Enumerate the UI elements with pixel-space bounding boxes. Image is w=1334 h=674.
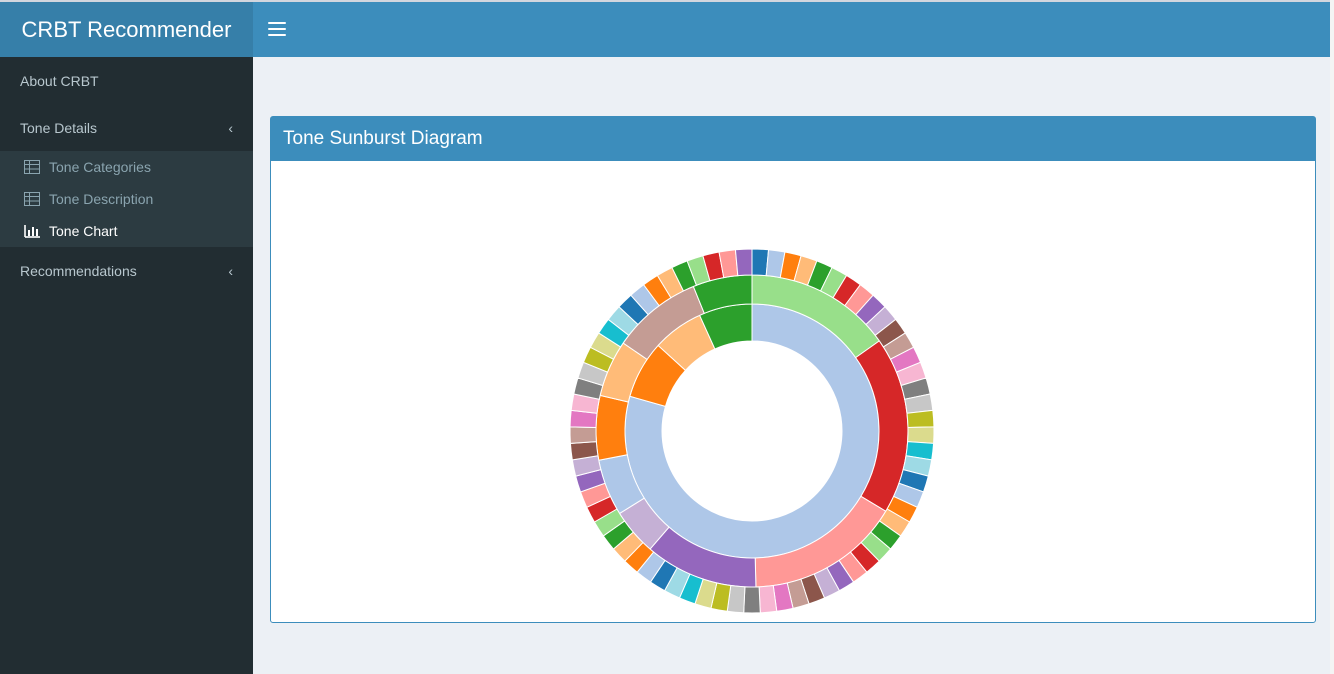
sidebar-item-label: Tone Chart [49, 223, 118, 239]
sidebar-item-recommendations[interactable]: Recommendations ‹ [0, 247, 253, 294]
sunburst-ring3-segment[interactable] [758, 584, 778, 614]
sidebar-item-label: Tone Categories [49, 159, 151, 175]
panel-header: Tone Sunburst Diagram [271, 117, 1315, 161]
menu-toggle-icon[interactable] [268, 18, 286, 40]
sidebar-item-tone-details[interactable]: Tone Details ‹ [0, 104, 253, 151]
sidebar: About CRBT Tone Details ‹ Tone Categorie… [0, 57, 253, 674]
window-edge [1330, 0, 1334, 674]
chevron-left-icon: ‹ [228, 262, 233, 279]
bar-chart-icon [24, 225, 40, 238]
sidebar-item-tone-chart[interactable]: Tone Chart [0, 215, 253, 247]
sidebar-item-tone-categories[interactable]: Tone Categories [0, 151, 253, 183]
sunburst-ring3-segment[interactable] [734, 248, 753, 277]
sidebar-item-label: About CRBT [20, 72, 99, 89]
sunburst-ring3-segment[interactable] [907, 426, 935, 444]
sidebar-item-label: Tone Description [49, 191, 154, 207]
table-icon [24, 192, 40, 206]
sidebar-item-label: Recommendations [20, 262, 137, 279]
table-icon [24, 160, 40, 174]
chevron-left-icon: ‹ [228, 119, 233, 136]
sunburst-ring3-segment[interactable] [906, 409, 935, 428]
sunburst-panel: Tone Sunburst Diagram [270, 116, 1316, 623]
sunburst-ring3-segment[interactable] [743, 586, 761, 614]
sidebar-item-label: Tone Details [20, 119, 98, 136]
sidebar-item-about[interactable]: About CRBT [0, 57, 253, 104]
app-logo[interactable]: CRBT Recommender [0, 2, 253, 57]
sidebar-item-tone-description[interactable]: Tone Description [0, 183, 253, 215]
panel-title: Tone Sunburst Diagram [283, 128, 483, 149]
tone-details-submenu: Tone Categories Tone Description Tone Ch… [0, 151, 253, 247]
sunburst-ring2-segment[interactable] [595, 394, 629, 461]
sunburst-ring3-segment[interactable] [569, 426, 597, 444]
top-navbar [253, 2, 1330, 57]
sunburst-chart [569, 248, 935, 614]
app-title: CRBT Recommender [21, 16, 232, 42]
